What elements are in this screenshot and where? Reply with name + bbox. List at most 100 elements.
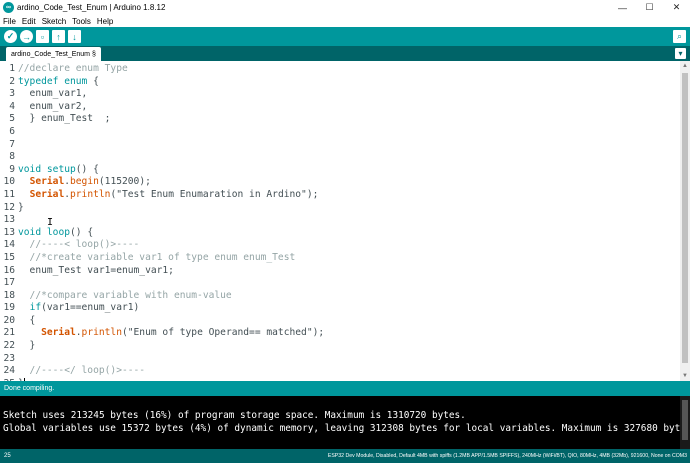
line-number: 5 <box>9 113 15 125</box>
code-token: { <box>18 314 36 326</box>
code-token: //----</ loop()>---- <box>18 365 146 377</box>
line-number: 22 <box>3 340 15 352</box>
code-token: void <box>18 226 42 238</box>
code-token: void <box>18 163 42 175</box>
menu-edit[interactable]: Edit <box>19 17 39 26</box>
code-line[interactable]: 2 typedef enum { <box>9 75 678 89</box>
open-icon[interactable]: ↑ <box>52 30 65 43</box>
scroll-up-icon[interactable]: ▲ <box>680 61 690 71</box>
code-line[interactable]: 3 enum_var1, <box>9 88 678 101</box>
code-line[interactable]: 9 void setup() { <box>9 163 678 177</box>
code-line[interactable]: 12} <box>3 201 678 215</box>
menu-help[interactable]: Help <box>94 17 116 26</box>
code-token: { <box>87 75 99 87</box>
code-token: setup <box>46 163 76 175</box>
code-line[interactable]: 19 if(var1==enum_var1) <box>3 302 678 315</box>
line-number: 3 <box>9 88 15 100</box>
title-bar: ∞ ardino_Code_Test_Enum | Arduino 1.8.12… <box>0 0 690 15</box>
code-line[interactable]: 16 enum_Test var1=enum_var1; <box>3 265 678 278</box>
new-icon[interactable]: ▫ <box>36 30 49 43</box>
close-button[interactable]: ✕ <box>663 0 690 15</box>
code-area[interactable]: 1//declare enum Type 2 typedef enum {3 enu… <box>3 63 678 390</box>
minimize-button[interactable]: — <box>609 0 636 15</box>
verify-icon[interactable]: ✓ <box>4 30 17 43</box>
text-cursor-icon: I <box>47 217 54 228</box>
current-line-number: 25 <box>4 453 11 459</box>
menu-file[interactable]: File <box>0 17 19 26</box>
code-line[interactable]: 22 } <box>3 340 678 353</box>
code-line[interactable]: 7 <box>9 139 678 152</box>
line-number: 16 <box>3 264 15 276</box>
console-output[interactable]: Sketch uses 213245 bytes (16%) of progra… <box>0 396 690 449</box>
code-token: () { <box>75 163 99 175</box>
code-token: } enum_Test ; <box>18 113 111 125</box>
editor-scrollbar[interactable]: ▲ ▼ <box>680 61 690 381</box>
code-token: enum <box>64 75 88 87</box>
tab-menu-chevron-down-icon[interactable]: ▾ <box>675 48 686 59</box>
code-token: Serial <box>29 188 65 200</box>
menu-sketch[interactable]: Sketch <box>39 17 69 26</box>
line-number: 23 <box>3 352 15 364</box>
line-number: 7 <box>9 138 15 150</box>
line-number: 14 <box>3 239 15 251</box>
window-controls: — ☐ ✕ <box>609 0 690 15</box>
code-token: (var1==enum_var1) <box>41 302 140 314</box>
code-token: //declare enum Type <box>18 63 128 74</box>
code-line[interactable]: 13 <box>3 214 678 227</box>
arduino-icon: ∞ <box>3 2 14 13</box>
line-number: 6 <box>9 125 15 137</box>
console-line: Global variables use 15372 bytes (4%) of… <box>3 423 690 434</box>
code-line[interactable]: 24 //----</ loop()>---- <box>3 365 678 378</box>
code-token: Serial <box>41 327 76 339</box>
code-line[interactable]: 11 Serial.println("Test Enum Enumaration… <box>3 188 678 202</box>
line-number: 18 <box>3 289 15 301</box>
scroll-down-icon[interactable]: ▼ <box>680 371 690 381</box>
code-line[interactable]: 13 void loop() { <box>3 226 678 240</box>
line-number: 21 <box>3 327 15 339</box>
code-token: //*create variable var1 of type enum enu… <box>18 251 296 263</box>
line-number: 4 <box>9 100 15 112</box>
code-token: loop <box>46 226 70 238</box>
code-token: ("Enum of type Operand== matched"); <box>121 327 325 339</box>
tab-sketch[interactable]: ardino_Code_Test_Enum § <box>6 47 101 61</box>
code-line[interactable]: 5 } enum_Test ; <box>9 113 678 126</box>
board-info-bar: 25 ESP32 Dev Module, Disabled, Default 4… <box>0 449 690 463</box>
code-token: } <box>18 201 24 213</box>
scroll-thumb[interactable] <box>682 73 688 363</box>
line-number: 24 <box>3 365 15 377</box>
code-line[interactable]: 10 Serial.begin(115200); <box>3 176 678 189</box>
console-scroll-thumb[interactable] <box>682 400 688 440</box>
upload-icon[interactable]: → <box>20 30 33 43</box>
line-number: 13 <box>3 226 15 238</box>
code-token: enum_var2, <box>18 100 88 112</box>
code-line[interactable]: 18 //*compare variable with enum-value <box>3 290 678 303</box>
code-editor[interactable]: 1//declare enum Type 2 typedef enum {3 enu… <box>0 61 690 389</box>
code-token: enum_var1, <box>18 88 88 100</box>
save-icon[interactable]: ↓ <box>68 30 81 43</box>
menu-tools[interactable]: Tools <box>69 17 94 26</box>
code-line[interactable]: 8 <box>9 151 678 164</box>
code-line[interactable]: 14 //----< loop()>---- <box>3 239 678 252</box>
code-line[interactable]: 23 <box>3 353 678 366</box>
code-token: if <box>29 302 42 314</box>
console-scrollbar[interactable] <box>680 396 690 449</box>
line-number: 8 <box>9 151 15 163</box>
board-config: ESP32 Dev Module, Disabled, Default 4MB … <box>327 453 687 459</box>
code-line[interactable]: 1//declare enum Type <box>9 63 678 76</box>
code-line[interactable]: 4 enum_var2, <box>9 100 678 114</box>
code-line[interactable]: 20 { <box>3 314 678 328</box>
line-number: 11 <box>3 188 15 200</box>
status-bar: Done compiling. <box>0 381 690 396</box>
code-line[interactable]: 17 <box>3 277 678 290</box>
code-line[interactable]: 6 <box>9 126 678 139</box>
code-token: //----< loop()>---- <box>18 239 140 251</box>
code-token: typedef <box>18 75 59 87</box>
code-line[interactable]: 15 //*create variable var1 of type enum … <box>3 251 678 265</box>
code-line[interactable]: 21 Serial.println("Enum of type Operand=… <box>3 327 678 340</box>
line-number: 12 <box>3 201 15 213</box>
maximize-button[interactable]: ☐ <box>636 0 663 15</box>
serial-monitor-icon[interactable]: ⌕ <box>673 30 686 43</box>
